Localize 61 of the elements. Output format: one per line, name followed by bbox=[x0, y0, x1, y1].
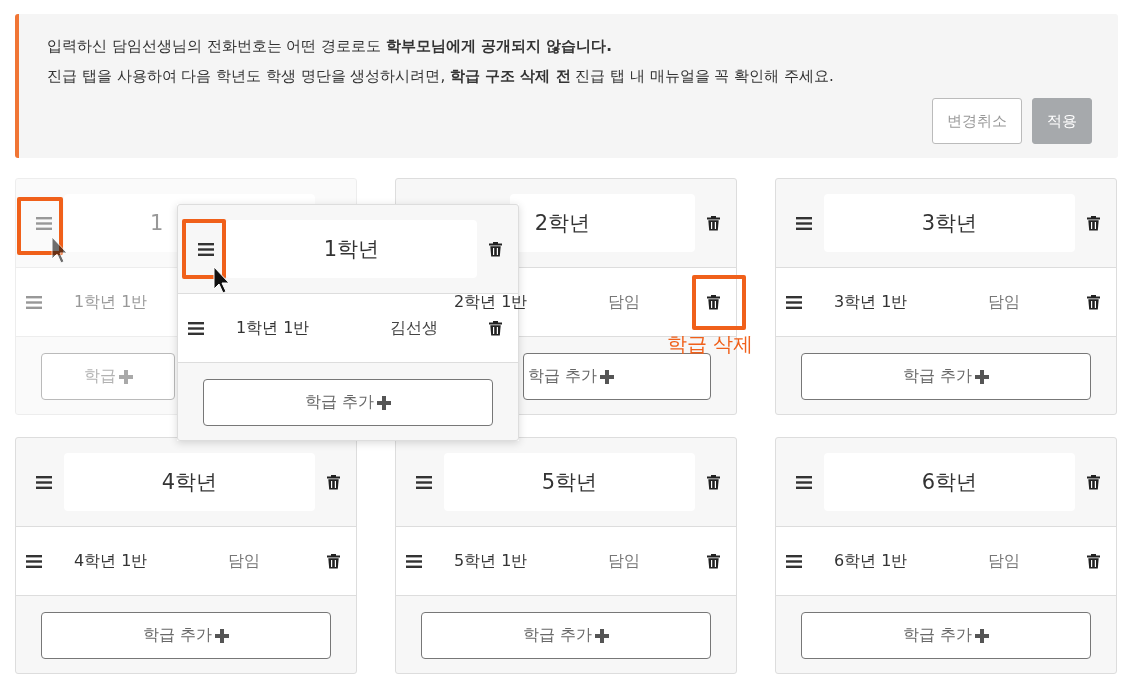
plus-icon bbox=[595, 628, 610, 643]
class-name: 3학년 1반 bbox=[834, 291, 909, 313]
trash-icon[interactable] bbox=[707, 553, 720, 569]
add-class-button[interactable]: 학급 추가 bbox=[203, 379, 493, 426]
add-class-button[interactable]: 학급 추가 bbox=[41, 612, 331, 659]
highlight-frame bbox=[692, 275, 746, 330]
trash-icon[interactable] bbox=[1087, 553, 1100, 569]
class-name: 6학년 1반 bbox=[834, 550, 909, 572]
drag-handle-icon[interactable] bbox=[786, 295, 802, 309]
trash-icon[interactable] bbox=[327, 474, 340, 490]
notice-text: 입력하신 담임선생님의 전화번호는 어떤 경로로도 학부모님에게 공개되지 않습니다. bbox=[47, 36, 613, 57]
grade-name-field[interactable]: 4학년 bbox=[64, 453, 315, 511]
trash-icon[interactable] bbox=[1087, 474, 1100, 490]
drag-handle-icon[interactable] bbox=[796, 216, 812, 230]
class-name: 4학년 1반 bbox=[74, 550, 149, 572]
add-class-button[interactable]: 학급 추가 bbox=[421, 612, 711, 659]
drag-handle-icon[interactable] bbox=[406, 554, 422, 568]
drag-handle-icon[interactable] bbox=[26, 554, 42, 568]
plus-icon bbox=[600, 369, 615, 384]
grade-name-field[interactable]: 2학년 bbox=[510, 194, 695, 252]
grade-name-field[interactable]: 6학년 bbox=[824, 453, 1075, 511]
trash-icon[interactable] bbox=[489, 241, 502, 257]
add-class-button[interactable]: 학급 추가 bbox=[801, 612, 1091, 659]
plus-icon bbox=[975, 628, 990, 643]
drag-handle-icon[interactable] bbox=[796, 475, 812, 489]
class-name: 5학년 1반 bbox=[454, 550, 529, 572]
drag-handle-icon[interactable] bbox=[188, 321, 204, 335]
grade-name-field[interactable]: 1학년 bbox=[226, 220, 477, 278]
class-name: 1학년 1반 bbox=[74, 291, 149, 313]
drag-handle-icon[interactable] bbox=[36, 216, 52, 230]
plus-icon bbox=[118, 369, 133, 384]
trash-icon[interactable] bbox=[1087, 294, 1100, 310]
notice-text: 진급 탭을 사용하여 다음 학년도 학생 명단을 생성하시려면, 학급 구조 삭제 전 진급 탭 내 매뉴얼을 꼭 확인해 주세요. bbox=[47, 66, 835, 87]
teacher-field[interactable]: 담임 bbox=[594, 291, 707, 313]
trash-icon[interactable] bbox=[707, 215, 720, 231]
class-name: 1학년 1반 bbox=[236, 317, 311, 339]
plus-icon bbox=[215, 628, 230, 643]
trash-icon[interactable] bbox=[1087, 215, 1100, 231]
trash-icon[interactable] bbox=[489, 320, 502, 336]
trash-icon[interactable] bbox=[327, 553, 340, 569]
drag-handle-icon[interactable] bbox=[26, 295, 42, 309]
teacher-field[interactable]: 담임 bbox=[214, 550, 327, 572]
class-name: 2학년 1반 bbox=[454, 291, 529, 313]
teacher-field[interactable]: 김선생 bbox=[376, 317, 489, 339]
add-class-button[interactable]: 학급 추가 bbox=[801, 353, 1091, 400]
teacher-field[interactable]: 담임 bbox=[594, 550, 707, 572]
grade-name-field[interactable]: 3학년 bbox=[824, 194, 1075, 252]
trash-icon[interactable] bbox=[707, 474, 720, 490]
teacher-field[interactable]: 담임 bbox=[974, 550, 1087, 572]
drag-handle-icon[interactable] bbox=[786, 554, 802, 568]
plus-icon bbox=[975, 369, 990, 384]
drag-handle-icon[interactable] bbox=[36, 475, 52, 489]
cursor-icon bbox=[51, 236, 69, 264]
drag-handle-icon[interactable] bbox=[198, 242, 214, 256]
grade-name-field[interactable]: 5학년 bbox=[444, 453, 695, 511]
highlight-frame bbox=[17, 197, 63, 255]
add-class-button[interactable]: 학급 추가 bbox=[523, 353, 711, 400]
trash-icon[interactable] bbox=[707, 294, 720, 310]
teacher-field[interactable]: 담임 bbox=[974, 291, 1087, 313]
plus-icon bbox=[377, 395, 392, 410]
drag-handle-icon[interactable] bbox=[416, 475, 432, 489]
